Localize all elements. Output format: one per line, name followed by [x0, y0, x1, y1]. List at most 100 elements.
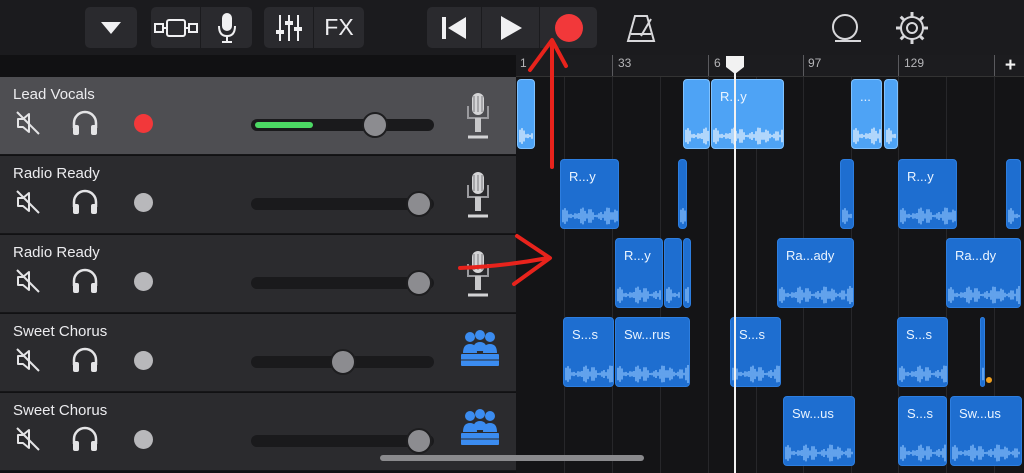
loop-button[interactable]: [829, 12, 865, 44]
waveform: [617, 286, 661, 304]
speaker-muted-icon[interactable]: [15, 189, 41, 215]
waveform: [713, 127, 783, 145]
region-label: S...s: [907, 406, 934, 421]
arrange-area[interactable]: 1 33 6 97 129 + R...y... R...y R...y R...y R…: [516, 55, 1024, 473]
track-header[interactable]: Radio Ready: [0, 235, 516, 313]
headphones-icon[interactable]: [70, 266, 100, 296]
region-label: Sw...us: [959, 406, 1001, 421]
volume-slider[interactable]: [251, 349, 434, 375]
volume-slider[interactable]: [251, 428, 434, 454]
speaker-muted-icon[interactable]: [15, 347, 41, 373]
mic-icon: [217, 12, 236, 43]
fx-label: FX: [324, 14, 354, 40]
browser-button[interactable]: [151, 7, 201, 48]
audio-region[interactable]: Ra...ady: [777, 238, 854, 308]
audio-region[interactable]: [980, 317, 985, 387]
audio-region[interactable]: R...y: [560, 159, 619, 229]
volume-knob[interactable]: [406, 191, 432, 217]
ruler-tick: [994, 55, 995, 76]
home-indicator[interactable]: [380, 455, 644, 461]
audio-region[interactable]: S...s: [730, 317, 781, 387]
volume-slider[interactable]: [251, 112, 434, 138]
play-button[interactable]: [482, 7, 540, 48]
volume-slider[interactable]: [251, 191, 434, 217]
audio-region[interactable]: R...y: [711, 79, 784, 149]
settings-button[interactable]: [895, 11, 929, 45]
record-enable-button[interactable]: [134, 114, 153, 133]
waveform: [732, 365, 780, 383]
bar-number: 1: [520, 56, 527, 70]
playhead[interactable]: [734, 67, 736, 473]
speaker-muted-icon[interactable]: [15, 110, 41, 136]
audio-region[interactable]: Sw...us: [783, 396, 855, 466]
grid-line: [564, 77, 565, 473]
waveform: [785, 444, 853, 462]
mixer-button[interactable]: [264, 7, 314, 48]
mic-button[interactable]: [201, 7, 252, 48]
track-header[interactable]: Lead Vocals: [0, 77, 516, 155]
region-label: ...: [860, 89, 871, 104]
track-header[interactable]: Sweet Chorus: [0, 314, 516, 392]
choir-icon[interactable]: [458, 408, 499, 456]
audio-region[interactable]: ...: [851, 79, 882, 149]
volume-knob[interactable]: [330, 349, 356, 375]
headphones-icon[interactable]: [70, 345, 100, 375]
headphones-icon[interactable]: [70, 108, 100, 138]
browser-icon: [153, 18, 198, 37]
record-enable-button[interactable]: [134, 430, 153, 449]
region-label: S...s: [739, 327, 766, 342]
microphone-icon[interactable]: [458, 250, 498, 298]
audio-region[interactable]: R...y: [615, 238, 663, 308]
audio-region[interactable]: [517, 79, 535, 149]
waveform: [680, 208, 686, 224]
bar-number: 6: [714, 56, 721, 70]
record-enable-button[interactable]: [134, 272, 153, 291]
waveform: [685, 127, 709, 145]
audio-region[interactable]: Ra...dy: [946, 238, 1021, 308]
speaker-muted-icon[interactable]: [15, 268, 41, 294]
rewind-button[interactable]: [427, 7, 482, 48]
volume-knob[interactable]: [362, 112, 388, 138]
rewind-icon: [442, 16, 466, 39]
region-label: R...y: [907, 169, 934, 184]
audio-region[interactable]: S...s: [563, 317, 614, 387]
volume-knob[interactable]: [406, 270, 432, 296]
audio-region[interactable]: [1006, 159, 1021, 229]
audio-region[interactable]: [664, 238, 682, 308]
audio-region[interactable]: [683, 238, 691, 308]
timeline-ruler[interactable]: 1 33 6 97 129 +: [516, 55, 1024, 77]
waveform: [666, 287, 680, 303]
microphone-icon[interactable]: [458, 92, 498, 140]
audio-region[interactable]: R...y: [898, 159, 957, 229]
speaker-muted-icon[interactable]: [15, 426, 41, 452]
fx-button[interactable]: FX: [314, 7, 364, 48]
loop-icon: [832, 14, 861, 42]
audio-region[interactable]: [884, 79, 898, 149]
playhead-handle-icon[interactable]: [725, 55, 745, 75]
audio-region[interactable]: S...s: [897, 317, 948, 387]
track-header[interactable]: Radio Ready: [0, 156, 516, 234]
audio-region[interactable]: [678, 159, 687, 229]
waveform: [900, 207, 956, 225]
record-enable-button[interactable]: [134, 193, 153, 212]
audio-region[interactable]: Sw...rus: [615, 317, 690, 387]
add-track-button[interactable]: +: [1005, 55, 1016, 77]
choir-icon[interactable]: [458, 329, 499, 377]
volume-knob[interactable]: [406, 428, 432, 454]
play-icon: [500, 15, 522, 40]
audio-region[interactable]: [840, 159, 854, 229]
volume-slider[interactable]: [251, 270, 434, 296]
waveform: [565, 365, 613, 383]
waveform: [519, 128, 533, 144]
microphone-icon[interactable]: [458, 171, 498, 219]
audio-region[interactable]: S...s: [898, 396, 947, 466]
tracks-menu-group: [85, 7, 137, 48]
headphones-icon[interactable]: [70, 187, 100, 217]
record-enable-button[interactable]: [134, 351, 153, 370]
audio-region[interactable]: [683, 79, 710, 149]
headphones-icon[interactable]: [70, 424, 100, 454]
metronome-button[interactable]: [624, 12, 658, 44]
tracks-menu-button[interactable]: [85, 7, 137, 48]
record-button[interactable]: [540, 7, 597, 48]
audio-region[interactable]: Sw...us: [950, 396, 1022, 466]
